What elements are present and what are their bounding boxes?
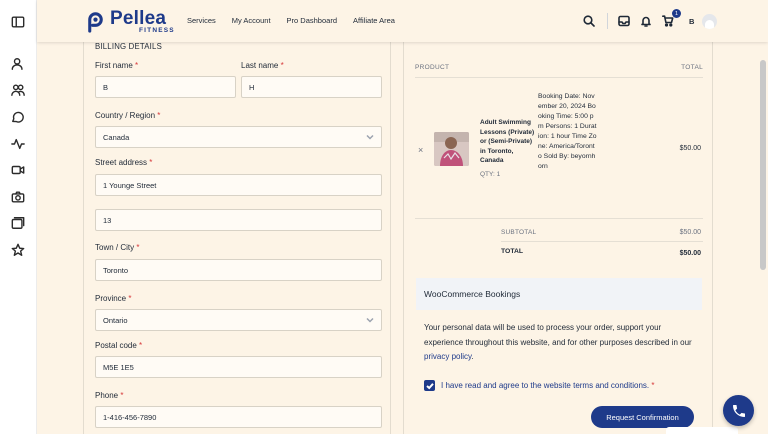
nav-my-account[interactable]: My Account [232,16,271,25]
search-icon[interactable] [582,14,596,28]
privacy-notice: Your personal data will be used to proce… [424,323,692,361]
chevron-down-icon [366,133,374,141]
header-divider [607,13,608,29]
total-column-header: TOTAL [681,64,703,71]
town-city-label: Town / City * [95,243,140,252]
star-icon[interactable] [10,242,26,258]
line-item-price: $50.00 [679,145,701,152]
avatar[interactable] [702,13,718,29]
province-select[interactable]: Ontario [95,309,382,331]
first-name-label: First name * [95,61,139,70]
total-value: $50.00 [679,250,701,257]
province-label: Province * [95,294,132,303]
logo-icon [88,12,103,33]
order-review-panel: PRODUCT TOTAL × Adult Swimming Lessons (… [403,42,713,434]
logo-subtitle: FITNESS [139,27,175,34]
terms-label[interactable]: I have read and agree to the website ter… [441,381,655,390]
video-icon[interactable] [10,162,26,178]
last-name-field[interactable]: H [241,76,382,98]
inbox-icon[interactable] [617,14,631,28]
site-logo[interactable]: Pellea FITNESS [84,9,175,35]
gallery-icon[interactable] [10,215,26,231]
order-table-header: PRODUCT TOTAL [415,64,703,78]
header-actions: 1 B [582,9,718,29]
user-plus-icon[interactable] [10,56,26,72]
billing-details-panel: BILLING DETAILS First name * B Last name… [83,30,391,434]
booking-meta: Booking Date: November 20, 2024 Booking … [538,93,597,170]
divider [415,218,703,219]
product-quantity: QTY: 1 [480,171,501,178]
street-address-line1-field[interactable]: 1 Younge Street [95,174,382,196]
street-address-label: Street address * [95,158,153,167]
terms-checkbox[interactable] [424,380,435,391]
postal-code-field[interactable]: M5E 1E5 [95,356,382,378]
camera-icon[interactable] [10,189,26,205]
country-select[interactable]: Canada [95,126,382,148]
chevron-down-icon [366,316,374,324]
main-nav: Services My Account Pro Dashboard Affili… [187,16,411,25]
terms-row[interactable]: I have read and agree to the website ter… [424,380,655,391]
page-scrollbar[interactable] [760,60,766,270]
divider [501,241,703,242]
booking-heading: WooCommerce Bookings [416,278,702,310]
phone-field[interactable]: 1-416-456-7890 [95,406,382,428]
users-icon[interactable] [10,82,26,98]
cart-icon[interactable]: 1 [661,9,681,28]
town-city-field[interactable]: Toronto [95,259,382,281]
phone-call-button[interactable] [723,395,754,426]
bell-icon[interactable] [639,14,653,28]
privacy-policy-link[interactable]: privacy policy [424,352,471,361]
first-name-field[interactable]: B [95,76,236,98]
request-confirmation-button[interactable]: Request Confirmation [591,406,694,428]
phone-icon [732,404,745,417]
user-initial[interactable]: B [689,17,694,26]
left-icon-rail [0,0,37,434]
chat-widget-tab[interactable] [666,427,738,434]
chat-icon[interactable] [10,109,26,125]
cart-count-badge: 1 [672,9,681,18]
activity-icon[interactable] [10,136,26,152]
logo-name: Pellea [110,8,167,29]
nav-services[interactable]: Services [187,16,216,25]
subtotal-value: $50.00 [679,229,701,236]
total-label: TOTAL [501,248,524,255]
country-label: Country / Region * [95,111,161,120]
product-name[interactable]: Adult Swimming Lessons (Private) or (Sem… [480,118,538,166]
phone-label: Phone * [95,391,124,400]
remove-item-icon[interactable]: × [418,145,423,155]
postal-code-label: Postal code * [95,341,143,350]
nav-affiliate-area[interactable]: Affiliate Area [353,16,395,25]
sidebar-toggle-icon[interactable] [10,14,26,30]
product-thumbnail [434,132,469,166]
top-header: Pellea FITNESS Services My Account Pro D… [37,0,768,42]
last-name-label: Last name * [241,61,284,70]
billing-title: BILLING DETAILS [95,42,162,51]
street-address-line2-field[interactable]: 13 [95,209,382,231]
subtotal-label: SUBTOTAL [501,229,537,236]
product-column-header: PRODUCT [415,64,450,71]
nav-pro-dashboard[interactable]: Pro Dashboard [287,16,337,25]
